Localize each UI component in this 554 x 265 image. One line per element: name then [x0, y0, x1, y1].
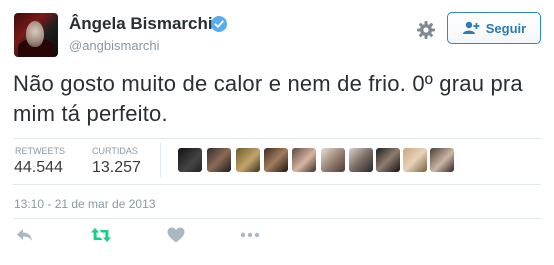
likes-label[interactable]: CURTIDAS [92, 146, 138, 156]
follow-button[interactable]: Seguir [447, 12, 541, 44]
liker-avatar[interactable] [178, 148, 202, 172]
liker-avatar[interactable] [292, 148, 316, 172]
author-handle[interactable]: @angbismarchi [69, 38, 160, 53]
stats-top-divider [13, 138, 541, 139]
retweet-icon[interactable] [90, 226, 112, 244]
gear-icon[interactable] [416, 20, 436, 40]
verified-badge-icon [211, 16, 227, 32]
liker-avatar[interactable] [236, 148, 260, 172]
stats-separator [160, 143, 161, 177]
retweets-label[interactable]: RETWEETS [15, 146, 65, 156]
liker-avatar[interactable] [207, 148, 231, 172]
liker-avatar[interactable] [349, 148, 373, 172]
liker-avatar[interactable] [376, 148, 400, 172]
like-icon[interactable] [166, 226, 186, 244]
timestamp-divider [13, 218, 541, 219]
avatar-face [26, 21, 44, 47]
tweet-timestamp[interactable]: 13:10 - 21 de mar de 2013 [14, 197, 155, 211]
liker-avatar[interactable] [321, 148, 345, 172]
author-avatar[interactable] [14, 13, 58, 57]
add-user-icon [462, 21, 480, 34]
liker-avatar[interactable] [403, 148, 427, 172]
liker-avatar[interactable] [430, 148, 454, 172]
author-display-name[interactable]: Ângela Bismarchi [69, 14, 213, 34]
retweets-count[interactable]: 44.544 [14, 159, 63, 177]
more-icon[interactable] [239, 226, 261, 244]
stats-bottom-divider [13, 184, 541, 185]
likes-count[interactable]: 13.257 [92, 159, 141, 177]
tweet-text: Não gosto muito de calor e nem de frio. … [13, 71, 523, 126]
reply-icon[interactable] [15, 226, 35, 244]
follow-button-label: Seguir [485, 20, 527, 36]
liker-avatar[interactable] [264, 148, 288, 172]
